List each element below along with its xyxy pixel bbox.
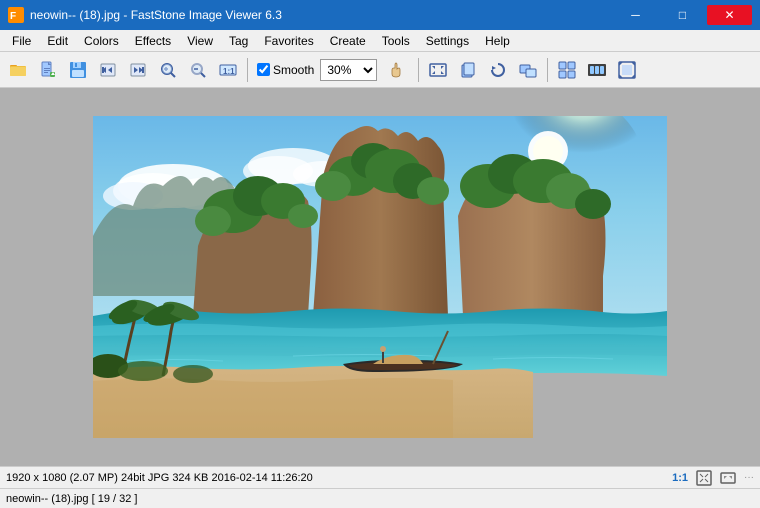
actual-size-icon: 1:1 [218,60,238,80]
close-button[interactable]: ✕ [707,5,752,25]
zoom-ratio: 1:1 [672,472,688,484]
previous-button[interactable] [94,56,122,84]
filmstrip-icon [587,60,607,80]
fullscreen-status-icon [720,470,736,486]
smooth-checkbox[interactable] [257,63,270,76]
maximize-button[interactable]: □ [660,5,705,25]
title-bar-left: F neowin-- (18).jpg - FastStone Image Vi… [8,7,282,23]
app-icon: F [8,7,24,23]
resize-icon [518,60,538,80]
menu-view[interactable]: View [179,32,221,50]
menu-file[interactable]: File [4,32,39,50]
svg-text:1:1: 1:1 [223,67,235,76]
menu-colors[interactable]: Colors [76,32,127,50]
zoom-in-button[interactable] [154,56,182,84]
menu-favorites[interactable]: Favorites [256,32,321,50]
next-button[interactable] [124,56,152,84]
save-icon [68,60,88,80]
resize-button[interactable] [514,56,542,84]
status-right: 1:1 ··· [672,470,754,486]
menu-create[interactable]: Create [322,32,374,50]
separator-1 [247,58,248,82]
title-controls: ─ □ ✕ [613,5,752,25]
menu-tag[interactable]: Tag [221,32,256,50]
title-bar: F neowin-- (18).jpg - FastStone Image Vi… [0,0,760,30]
copy-button[interactable] [454,56,482,84]
open-file-button[interactable] [34,56,62,84]
previous-icon [98,60,118,80]
image-container [93,116,667,438]
menu-edit[interactable]: Edit [39,32,76,50]
filmstrip-button[interactable] [583,56,611,84]
fullscreen-button[interactable] [613,56,641,84]
zoom-out-icon [188,60,208,80]
fullscreen-icon [617,60,637,80]
hand-icon [386,60,406,80]
menu-bar: File Edit Colors Effects View Tag Favori… [0,30,760,52]
open-folder-icon [8,60,28,80]
image-scene [93,116,667,438]
minimize-button[interactable]: ─ [613,5,658,25]
smooth-label[interactable]: Smooth [273,63,314,77]
fit-window-button[interactable] [424,56,452,84]
thumbnails-button[interactable] [553,56,581,84]
main-area [0,88,760,466]
zoom-in-icon [158,60,178,80]
menu-help[interactable]: Help [477,32,518,50]
menu-tools[interactable]: Tools [374,32,418,50]
open-folder-button[interactable] [4,56,32,84]
open-file-icon [38,60,58,80]
save-button[interactable] [64,56,92,84]
separator-2 [418,58,419,82]
image-info: 1920 x 1080 (2.07 MP) 24bit JPG 324 KB 2… [6,472,313,484]
menu-settings[interactable]: Settings [418,32,477,50]
zoom-dropdown[interactable]: 10%20%25% 30% 40%50%75% 100%150%200% 300… [320,59,377,81]
window-title: neowin-- (18).jpg - FastStone Image View… [30,8,282,22]
rotate-icon [488,60,508,80]
thumbnails-icon [557,60,577,80]
toolbar: 1:1 Smooth 10%20%25% 30% 40%50%75% 100%1… [0,52,760,88]
rotate-button[interactable] [484,56,512,84]
status-bar: 1920 x 1080 (2.07 MP) 24bit JPG 324 KB 2… [0,466,760,488]
copy-icon [458,60,478,80]
smooth-area: Smooth [257,63,314,77]
fit-screen-icon [696,470,712,486]
menu-effects[interactable]: Effects [127,32,179,50]
filename-label: neowin-- (18).jpg [ 19 / 32 ] [6,493,137,505]
separator-3 [547,58,548,82]
svg-text:F: F [10,11,16,22]
pan-button[interactable] [379,56,413,84]
fit-window-icon [428,60,448,80]
resize-grip: ··· [744,472,754,483]
zoom-out-button[interactable] [184,56,212,84]
actual-size-button[interactable]: 1:1 [214,56,242,84]
filename-bar: neowin-- (18).jpg [ 19 / 32 ] [0,488,760,508]
next-icon [128,60,148,80]
